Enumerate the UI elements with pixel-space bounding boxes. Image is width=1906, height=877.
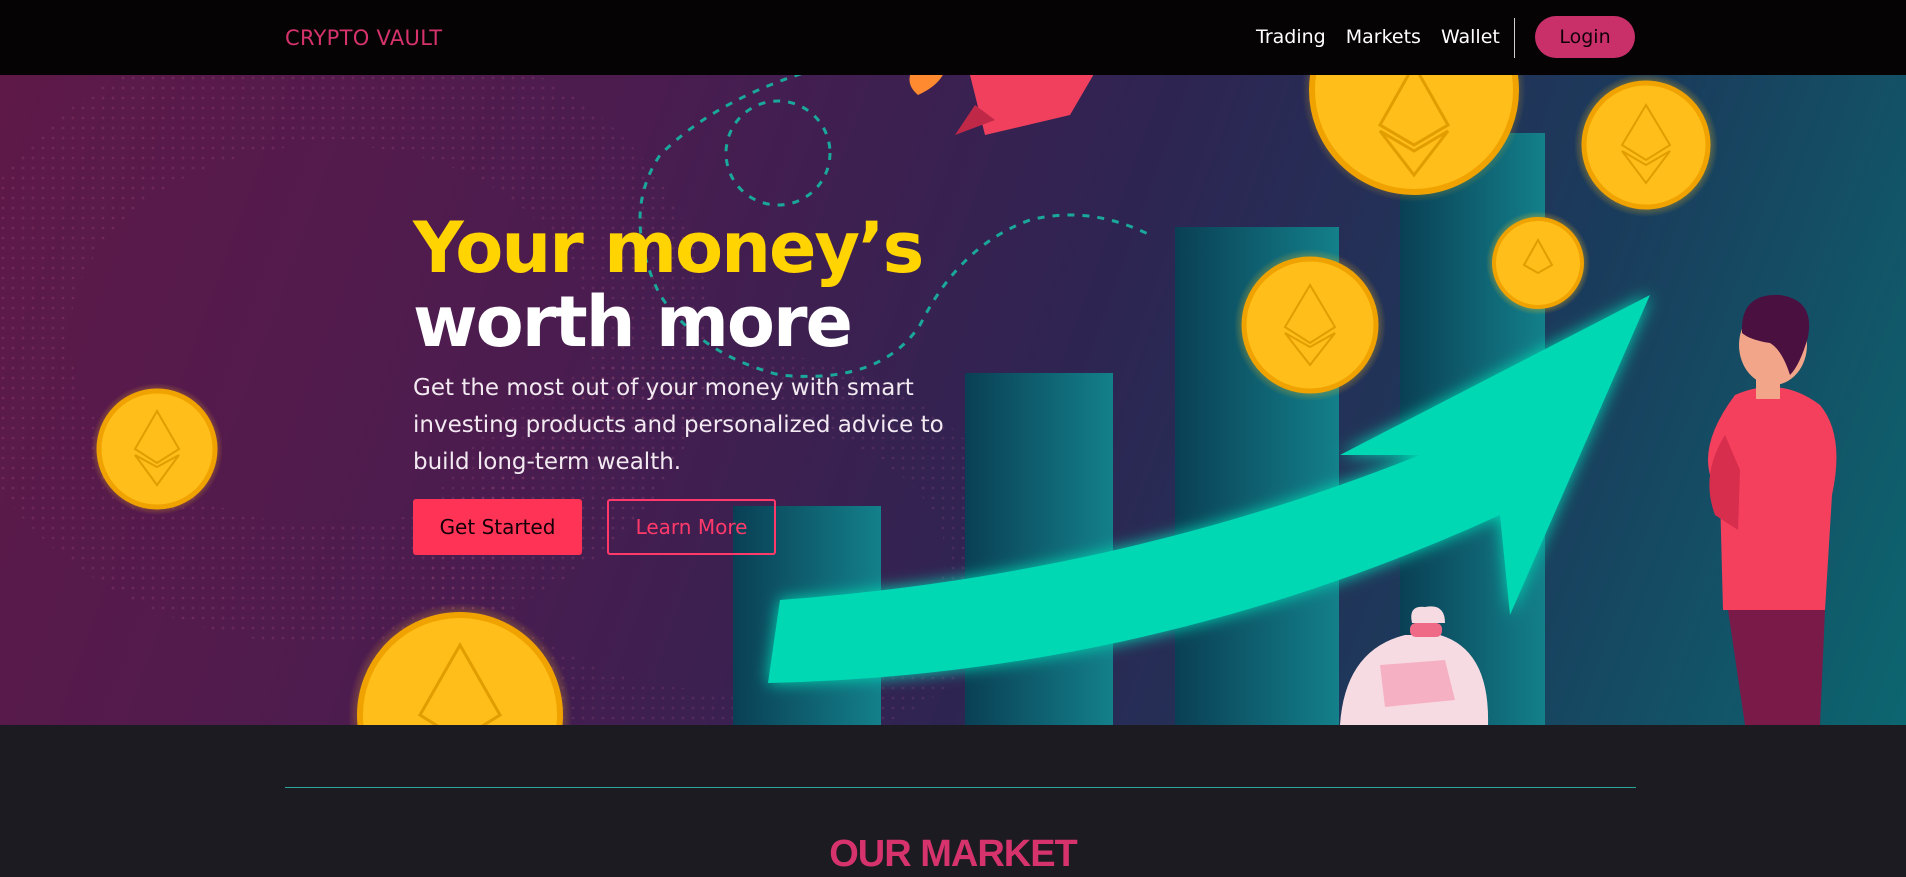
rocket-icon bbox=[909, 75, 1094, 135]
hero-title: Your money’s worth more bbox=[413, 207, 924, 363]
get-started-button[interactable]: Get Started bbox=[413, 499, 582, 555]
market-title: OUR MARKET bbox=[829, 833, 1078, 875]
market-section: OUR MARKET bbox=[0, 725, 1906, 877]
chart-bar-2 bbox=[965, 373, 1113, 725]
person-figure bbox=[1708, 294, 1837, 725]
brand-logo[interactable]: CRYPTO VAULT bbox=[285, 26, 442, 50]
hero-description: Get the most out of your money with smar… bbox=[413, 375, 944, 475]
nav-link-wallet[interactable]: Wallet bbox=[1441, 26, 1500, 48]
ethereum-coin-icon bbox=[91, 383, 223, 515]
nav-links: Trading Markets Wallet bbox=[1256, 26, 1500, 48]
nav-divider bbox=[1514, 18, 1515, 58]
section-divider bbox=[285, 787, 1636, 788]
top-navbar: CRYPTO VAULT Trading Markets Wallet Logi… bbox=[0, 0, 1906, 75]
nav-link-trading[interactable]: Trading bbox=[1256, 26, 1326, 48]
hero-title-line2: worth more bbox=[413, 281, 853, 363]
hero-title-line1: Your money’s bbox=[413, 207, 924, 289]
hero-section: Your money’s worth more Get the most out… bbox=[0, 75, 1906, 725]
login-button[interactable]: Login bbox=[1535, 16, 1635, 58]
nav-link-markets[interactable]: Markets bbox=[1346, 26, 1421, 48]
learn-more-button[interactable]: Learn More bbox=[607, 499, 776, 555]
